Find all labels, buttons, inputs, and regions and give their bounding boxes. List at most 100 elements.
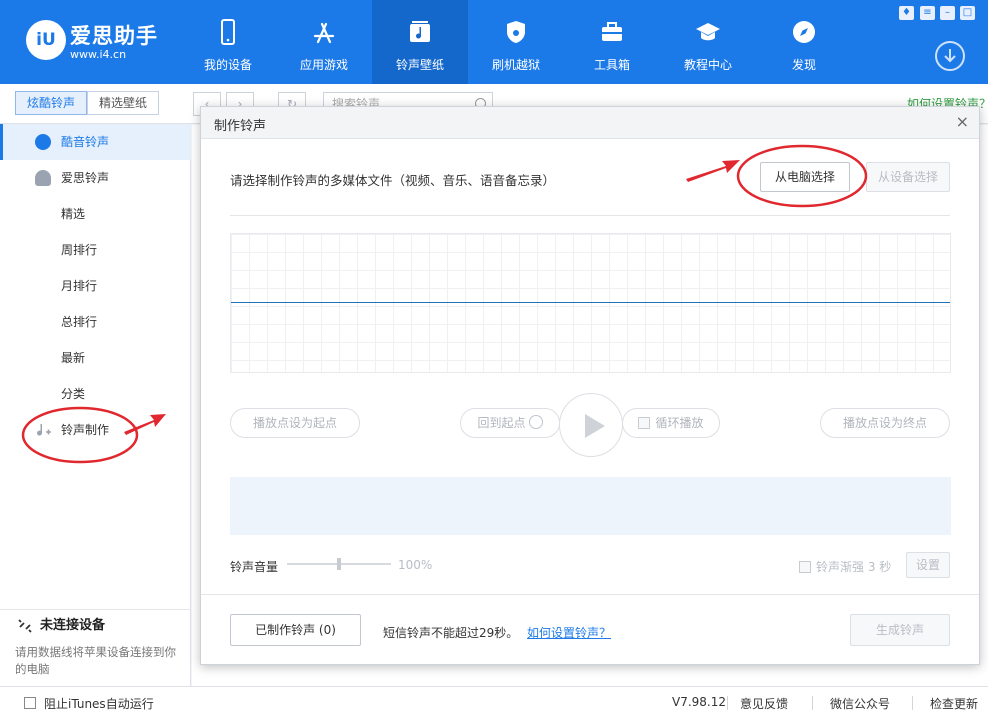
divider: [201, 594, 979, 595]
sidebar-item-featured[interactable]: 精选: [0, 196, 191, 232]
select-from-device-button[interactable]: 从设备选择: [866, 162, 950, 192]
generate-ringtone-button[interactable]: 生成铃声: [850, 614, 950, 646]
sidebar-item-label: 精选: [61, 207, 86, 221]
nav-label: 工具箱: [593, 58, 630, 72]
nav-my-device[interactable]: 我的设备: [180, 0, 276, 84]
wechat-link[interactable]: 微信公众号: [830, 695, 890, 712]
fade-in-checkbox[interactable]: [799, 561, 811, 573]
logo-mark: iU: [26, 20, 66, 60]
volume-slider-handle[interactable]: [337, 558, 341, 570]
fade-in-value: 3 秒: [867, 560, 892, 574]
back-to-start-button[interactable]: 回到起点: [460, 408, 560, 438]
tab-ringtones[interactable]: 炫酷铃声: [15, 91, 88, 115]
dialog-header: 制作铃声 ×: [201, 107, 979, 139]
toolbox-icon: [602, 22, 622, 41]
sidebar-item-label: 总排行: [61, 315, 98, 329]
nav-label: 刷机越狱: [491, 58, 540, 72]
sidebar-item-monthly[interactable]: 月排行: [0, 268, 191, 304]
divider: [812, 696, 813, 710]
sidebar-item-categories[interactable]: 分类: [0, 376, 191, 412]
howto-set-ringtone-link[interactable]: 如何设置铃声？: [527, 624, 611, 641]
nav-flash-jailbreak[interactable]: 刷机越狱: [468, 0, 564, 84]
loop-checkbox[interactable]: [638, 417, 651, 429]
music-note-icon: [410, 21, 430, 42]
minimize-icon[interactable]: –: [940, 6, 955, 20]
nav-label: 发现: [791, 58, 816, 72]
fade-settings-button[interactable]: 设置: [906, 552, 950, 578]
divider: [230, 215, 950, 216]
waveform-baseline: [231, 302, 950, 303]
shield-icon: [507, 21, 525, 43]
download-icon: [944, 49, 956, 63]
file-select-prompt: 请选择制作铃声的多媒体文件（视频、音乐、语音备忘录）: [230, 173, 556, 188]
play-icon: [585, 414, 605, 438]
set-end-button[interactable]: 播放点设为终点: [820, 408, 950, 438]
graduation-cap-icon: [696, 23, 720, 41]
itunes-block-label: 阻止iTunes自动运行: [44, 697, 154, 711]
clip-info-panel: [230, 477, 951, 535]
content-tabs: 炫酷铃声 精选壁纸: [15, 91, 160, 115]
phone-icon: [221, 19, 235, 45]
nav-ringtones-wallpapers[interactable]: 铃声壁纸: [372, 0, 468, 84]
fade-in-control: 铃声渐强 3 秒: [799, 558, 891, 575]
volume-value: 100%: [398, 558, 433, 572]
download-manager-button[interactable]: [935, 41, 965, 71]
nav-label: 应用游戏: [299, 58, 348, 72]
status-bar: 阻止iTunes自动运行 V7.98.12 意见反馈 微信公众号 检查更新: [0, 686, 988, 717]
nav-discover[interactable]: 发现: [756, 0, 852, 84]
sidebar-item-total[interactable]: 总排行: [0, 304, 191, 340]
logo-url: www.i4.cn: [70, 48, 127, 61]
sidebar-item-latest[interactable]: 最新: [0, 340, 191, 376]
version-label: V7.98.12: [672, 695, 727, 709]
menu-icon[interactable]: ≡: [920, 6, 935, 20]
back-to-start-label: 回到起点: [477, 416, 526, 430]
select-from-pc-button[interactable]: 从电脑选择: [760, 162, 850, 192]
sidebar-item-label: 爱思铃声: [61, 171, 110, 185]
tab-wallpapers[interactable]: 精选壁纸: [87, 91, 160, 115]
waveform-area[interactable]: [230, 233, 951, 373]
fade-in-label: 铃声渐强: [816, 560, 865, 574]
sidebar-item-ringtone-maker[interactable]: 铃声制作: [0, 412, 191, 448]
music-disc-icon: [35, 134, 51, 150]
nav-apps-games[interactable]: 应用游戏: [276, 0, 372, 84]
sidebar: 酷音铃声 爱思铃声 精选 周排行 月排行 总排行 最新 分类 铃声制作 未连接设…: [0, 124, 191, 686]
sidebar-item-aisi[interactable]: 爱思铃声: [0, 160, 191, 196]
itunes-block-checkbox[interactable]: [24, 697, 36, 709]
sidebar-item-weekly[interactable]: 周排行: [0, 232, 191, 268]
music-plus-icon: [37, 424, 51, 436]
sms-duration-note: 短信铃声不能超过29秒。: [383, 626, 519, 640]
dialog-title: 制作铃声: [214, 119, 267, 134]
nav-tutorials[interactable]: 教程中心: [660, 0, 756, 84]
sidebar-item-kuyin[interactable]: 酷音铃声: [0, 124, 191, 160]
divider: [727, 696, 728, 710]
sidebar-item-label: 铃声制作: [61, 423, 110, 437]
made-ringtones-button[interactable]: 已制作铃声 (0): [230, 614, 361, 646]
main-nav: 我的设备 应用游戏 铃声壁纸 刷机越狱 工具箱 教程中心 发现: [180, 0, 852, 84]
compass-icon: [793, 21, 815, 43]
connection-title: 未连接设备: [40, 618, 106, 633]
nav-label: 我的设备: [203, 58, 252, 72]
feedback-link[interactable]: 意见反馈: [740, 695, 788, 712]
volume-slider[interactable]: [287, 558, 391, 570]
close-icon[interactable]: ×: [956, 112, 969, 131]
nav-toolbox[interactable]: 工具箱: [564, 0, 660, 84]
app-store-icon: [313, 22, 335, 44]
device-connection-status: 未连接设备 请用数据线将苹果设备连接到你的电脑: [15, 616, 185, 678]
nav-label: 铃声壁纸: [395, 58, 444, 72]
top-header: iU 爱思助手 www.i4.cn 我的设备 应用游戏 铃声壁纸 刷机越狱 工具…: [0, 0, 988, 84]
set-start-button[interactable]: 播放点设为起点: [230, 408, 360, 438]
check-update-link[interactable]: 检查更新: [930, 695, 978, 712]
bell-icon: [35, 170, 51, 186]
loop-toggle[interactable]: 循环播放: [622, 408, 720, 438]
divider: [912, 696, 913, 710]
skin-icon[interactable]: ♦: [899, 6, 914, 20]
sidebar-item-label: 周排行: [61, 243, 98, 257]
sidebar-divider: [0, 609, 191, 610]
play-button[interactable]: [559, 393, 623, 457]
app-logo: iU 爱思助手 www.i4.cn: [22, 18, 172, 66]
make-ringtone-dialog: 制作铃声 × 请选择制作铃声的多媒体文件（视频、音乐、语音备忘录） 从电脑选择 …: [200, 106, 980, 665]
rewind-icon: [528, 415, 543, 429]
loop-label: 循环播放: [655, 416, 704, 430]
maximize-icon[interactable]: □: [960, 6, 975, 20]
connection-desc: 请用数据线将苹果设备连接到你的电脑: [15, 645, 176, 676]
